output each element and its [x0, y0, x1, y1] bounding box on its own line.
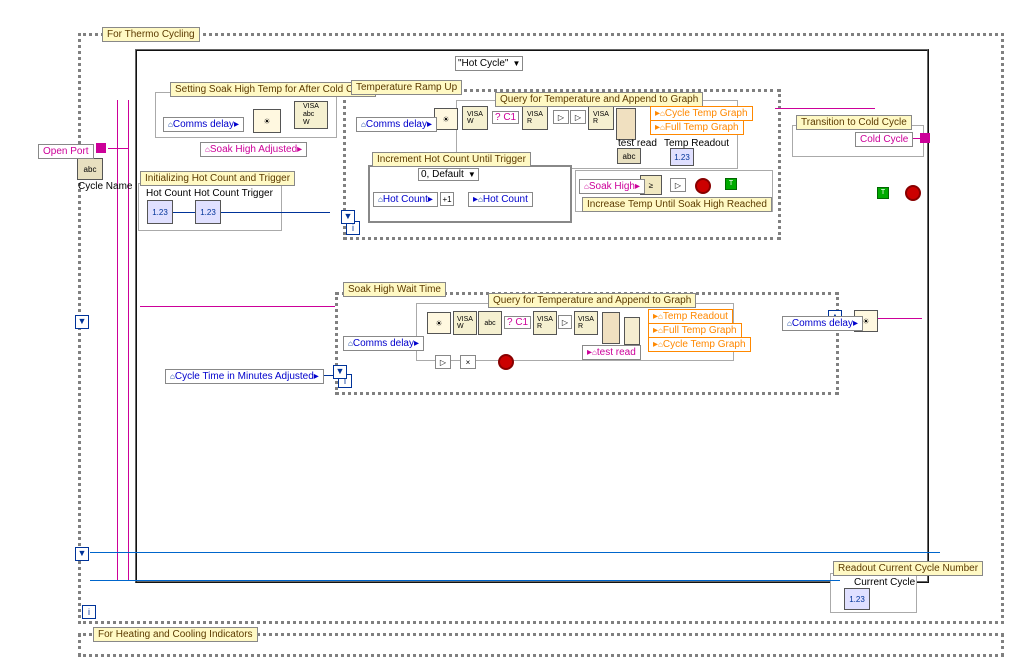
bool-true-1: T — [725, 178, 737, 190]
cycle-temp-graph-1: ▸⌂Cycle Temp Graph — [650, 106, 753, 121]
soak-high-ref: ⌂Soak High▸ — [579, 179, 645, 194]
compare-2: ▷ — [435, 355, 451, 369]
merge-node — [624, 317, 640, 345]
shift-reg-left — [75, 315, 89, 329]
soak-high-section-title: Setting Soak High Temp for After Cold Cy… — [170, 82, 376, 97]
bundle-node-1 — [616, 108, 636, 140]
visa-4: abc — [478, 311, 502, 335]
tri-3: ▷ — [558, 315, 572, 329]
heating-title: For Heating and Cooling Indicators — [93, 627, 258, 642]
hot-count-trigger-label: Hot Count Trigger — [190, 187, 277, 200]
comms-delay-2: ⌂Comms delay▸ — [356, 117, 437, 132]
temp-readout-2: ▸⌂Temp Readout — [648, 309, 733, 324]
visa-6: VISAR — [574, 311, 598, 335]
current-cycle-label: Current Cycle — [850, 576, 919, 589]
tri-2: ▷ — [570, 110, 586, 124]
increment-case-selector[interactable]: 0, Default — [418, 168, 479, 181]
tunnel-open-port — [96, 143, 106, 153]
wire — [108, 148, 128, 149]
init-section-title: Initializing Hot Count and Trigger — [140, 171, 295, 186]
comms-delay-1: ⌂Comms delay▸ — [163, 117, 244, 132]
incr-node: +1 — [440, 192, 454, 206]
case-bool: T — [877, 187, 889, 199]
loop-stop-1 — [695, 178, 711, 194]
wait-time-title: Soak High Wait Time — [343, 282, 446, 297]
wait-node-3: ☀ — [427, 312, 451, 334]
wire — [117, 100, 118, 580]
wait-node-2: ☀ — [434, 108, 458, 130]
visa-w-2: VISAW — [462, 106, 488, 130]
for-loop-title: For Thermo Cycling — [102, 27, 200, 42]
diagram-canvas: For Thermo Cycling i Open Port abc Cycle… — [0, 0, 1024, 654]
shift-reg-left-2 — [75, 547, 89, 561]
soak-high-adjusted: ⌂Soak High Adjusted▸ — [200, 142, 307, 157]
visa-r-1: VISAR — [522, 106, 548, 130]
wire-long — [90, 552, 940, 553]
cycle-temp-graph-2: ▸⌂Cycle Temp Graph — [648, 337, 751, 352]
cold-cycle: Cold Cycle — [855, 132, 913, 147]
loop-index-icon: i — [82, 605, 96, 619]
visa-w-3: VISAW — [453, 311, 477, 335]
shift-reg-wait-l — [333, 365, 347, 379]
hot-count-trigger-node: 1.23 — [195, 200, 221, 224]
wire-long-2 — [90, 580, 840, 581]
cycle-name-label: Cycle Name — [74, 180, 136, 193]
c1-query-2: ? C1 — [504, 316, 531, 329]
increment-title: Increment Hot Count Until Trigger — [372, 152, 531, 167]
hot-count-out: ▸⌂Hot Count — [468, 192, 533, 207]
test-read-1: test read — [614, 137, 661, 150]
wait-node-1: ☀ — [253, 109, 281, 133]
temp-readout-node-1: 1.23 — [670, 148, 694, 166]
shift-reg-ramp — [341, 210, 355, 224]
visa-r-5: VISAR — [533, 311, 557, 335]
comms-delay-3: ⌂Comms delay▸ — [343, 336, 424, 351]
mult-node: × — [460, 355, 476, 369]
temp-readout-1: Temp Readout — [660, 137, 733, 150]
full-temp-graph-1: ▸⌂Full Temp Graph — [650, 120, 744, 135]
loop-stop-2 — [498, 354, 514, 370]
increase-title: Increase Temp Until Soak High Reached — [582, 197, 772, 212]
compare-node: ▷ — [670, 178, 686, 192]
transition-title: Transition to Cold Cycle — [796, 115, 912, 130]
cycle-name-control: abc — [77, 158, 103, 180]
current-cycle-node: 1.23 — [844, 588, 870, 610]
wire — [170, 212, 330, 213]
cycle-time: ⌂Cycle Time in Minutes Adjusted▸ — [165, 369, 324, 384]
test-read-ind-1: abc — [617, 148, 641, 164]
wire — [140, 306, 335, 307]
comms-delay-4: ⌂Comms delay▸ — [782, 316, 863, 331]
wire — [775, 108, 875, 109]
hot-count-node: 1.23 — [147, 200, 173, 224]
case-stop — [905, 185, 921, 201]
case-selector[interactable]: "Hot Cycle" — [455, 56, 523, 71]
query-title-2: Query for Temperature and Append to Grap… — [488, 293, 696, 308]
c1-query-1: ? C1 — [492, 111, 519, 124]
hot-count-label: Hot Count — [142, 187, 195, 200]
full-temp-graph-2: ▸⌂Full Temp Graph — [648, 323, 742, 338]
bundle-2 — [602, 312, 620, 344]
visa-node-1: VISAabcW — [294, 101, 328, 129]
wire — [128, 100, 129, 580]
open-port-label: Open Port — [38, 144, 94, 159]
tunnel-cold — [920, 133, 930, 143]
tri-1: ▷ — [553, 110, 569, 124]
ramp-up-title: Temperature Ramp Up — [351, 80, 462, 95]
readout-title: Readout Current Cycle Number — [833, 561, 983, 576]
visa-r-2: VISAR — [588, 106, 614, 130]
test-read-2: ▸⌂test read — [582, 345, 641, 360]
hot-count-in: ⌂Hot Count▸ — [373, 192, 438, 207]
query-title-1: Query for Temperature and Append to Grap… — [495, 92, 703, 107]
